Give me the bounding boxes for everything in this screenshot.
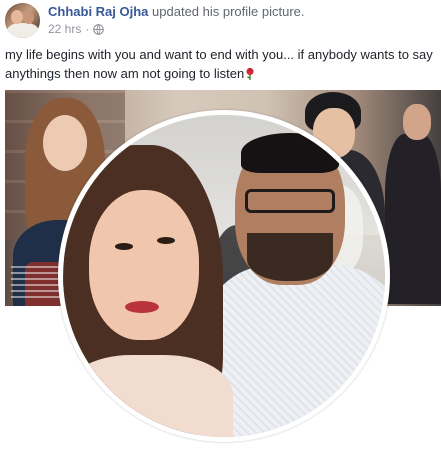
- meta-separator: ·: [85, 22, 90, 36]
- post-action-text: updated his profile picture.: [152, 4, 305, 19]
- caption-text: my life begins with you and want to end …: [5, 47, 433, 81]
- author-name-link[interactable]: Chhabi Raj Ojha: [48, 4, 148, 19]
- rose-icon: [246, 67, 254, 80]
- globe-icon[interactable]: [93, 23, 105, 35]
- author-avatar[interactable]: [5, 3, 40, 38]
- post-header: Chhabi Raj Ojha updated his profile pict…: [48, 4, 305, 19]
- post-meta: 22 hrs ·: [48, 22, 105, 36]
- facebook-post: Chhabi Raj Ojha updated his profile pict…: [0, 0, 441, 450]
- post-timestamp[interactable]: 22 hrs: [48, 22, 81, 36]
- profile-picture[interactable]: [63, 115, 385, 437]
- post-caption: my life begins with you and want to end …: [5, 45, 437, 83]
